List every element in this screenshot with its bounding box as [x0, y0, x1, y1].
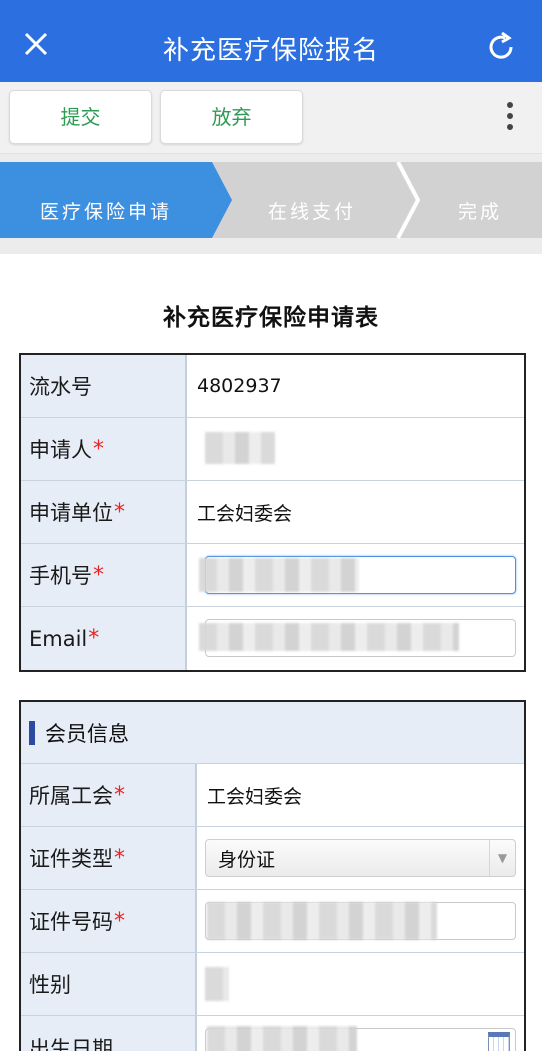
unit-label: 申请单位: [29, 501, 113, 525]
application-table: 流水号 4802937 申请人 * 申请单位 * 工会妇委会 手机号 * Email *: [19, 353, 526, 672]
gender-value: [197, 953, 524, 1015]
required-mark: *: [114, 782, 125, 808]
refresh-icon[interactable]: [484, 30, 518, 64]
table-row: 申请人 *: [21, 418, 524, 481]
member-info-table: 会员信息 所属工会 * 工会妇委会 证件类型 * 身份证 ▼ 证件号码 * 性别 出生…: [19, 700, 526, 1051]
abandon-button[interactable]: 放弃: [160, 90, 303, 144]
id-type-label-cell: 证件类型 *: [21, 827, 197, 889]
serial-label: 流水号: [21, 355, 187, 417]
union-label-cell: 所属工会 *: [21, 764, 197, 826]
id-number-label-cell: 证件号码 *: [21, 890, 197, 952]
table-row: 证件类型 * 身份证 ▼: [21, 827, 524, 890]
required-mark: *: [88, 626, 100, 651]
table-row: 出生日期: [21, 1016, 524, 1051]
gender-label: 性别: [21, 953, 197, 1015]
id-number-label: 证件号码: [29, 910, 113, 934]
id-type-selected: 身份证: [218, 848, 276, 871]
calendar-icon[interactable]: [488, 1032, 510, 1051]
table-row: Email *: [21, 607, 524, 670]
required-mark: *: [114, 499, 125, 525]
applicant-label-cell: 申请人 *: [21, 418, 187, 480]
email-label-cell: Email *: [21, 607, 187, 670]
birth-value: [197, 1016, 524, 1051]
phone-label-cell: 手机号 *: [21, 544, 187, 606]
section-bar-icon: [29, 720, 35, 745]
serial-value: 4802937: [187, 355, 524, 417]
redacted-block: [207, 1026, 357, 1051]
redacted-block: [207, 902, 437, 940]
chevron-down-icon: ▼: [489, 840, 515, 876]
redacted-block: [205, 967, 229, 1001]
member-section-title: 会员信息: [45, 721, 129, 746]
page-title: 补充医疗保险报名: [162, 36, 379, 66]
union-label: 所属工会: [29, 784, 113, 808]
phone-label: 手机号: [29, 564, 92, 588]
top-nav-bar: 补充医疗保险报名: [0, 0, 542, 82]
redacted-block: [199, 558, 359, 592]
unit-label-cell: 申请单位 *: [21, 481, 187, 543]
step-medical-application: 医疗保险申请: [40, 201, 173, 223]
redacted-block: [199, 623, 459, 651]
step-online-payment: 在线支付: [268, 201, 357, 223]
unit-value: 工会妇委会: [187, 481, 524, 543]
birth-label: 出生日期: [21, 1016, 197, 1051]
table-row: 证件号码 *: [21, 890, 524, 953]
phone-value: [187, 544, 524, 606]
submit-button[interactable]: 提交: [9, 90, 152, 144]
more-menu-icon[interactable]: [506, 102, 514, 132]
table-row: 手机号 *: [21, 544, 524, 607]
table-row: 性别: [21, 953, 524, 1016]
applicant-label: 申请人: [29, 438, 92, 462]
progress-steps: 医疗保险申请 在线支付 完成: [0, 154, 542, 254]
id-type-value: 身份证 ▼: [197, 827, 524, 889]
required-mark: *: [93, 436, 104, 462]
id-number-value: [197, 890, 524, 952]
required-mark: *: [114, 845, 125, 871]
table-row: 流水号 4802937: [21, 355, 524, 418]
union-value: 工会妇委会: [197, 764, 524, 826]
applicant-value: [187, 418, 524, 480]
redacted-block: [205, 432, 275, 464]
member-section-header: 会员信息: [21, 702, 524, 764]
email-label: Email: [29, 626, 88, 651]
id-type-select[interactable]: 身份证 ▼: [205, 839, 516, 877]
table-row: 申请单位 * 工会妇委会: [21, 481, 524, 544]
table-row: 所属工会 * 工会妇委会: [21, 764, 524, 827]
required-mark: *: [93, 562, 104, 588]
id-type-label: 证件类型: [29, 847, 113, 871]
email-value: [187, 607, 524, 670]
form-title: 补充医疗保险申请表: [163, 305, 379, 331]
step-complete: 完成: [458, 201, 503, 223]
toolbar: 提交 放弃: [0, 82, 542, 154]
required-mark: *: [114, 908, 125, 934]
